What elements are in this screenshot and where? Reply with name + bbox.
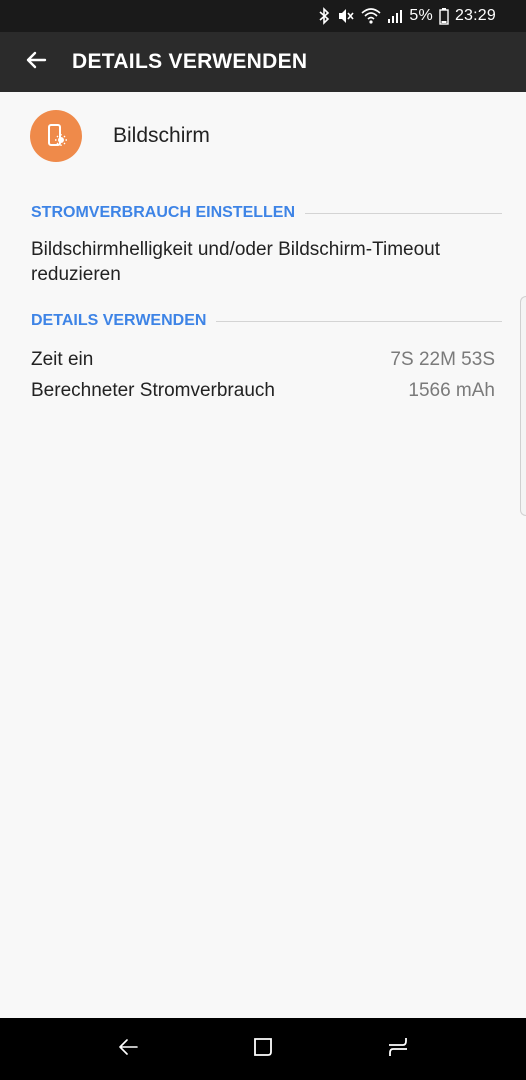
section-header-details: DETAILS VERWENDEN <box>31 310 502 332</box>
section-header-power: STROMVERBRAUCH EINSTELLEN <box>31 202 502 224</box>
power-tip[interactable]: Bildschirmhelligkeit und/oder Bildschirm… <box>31 237 501 287</box>
recents-icon <box>386 1035 410 1064</box>
main-content: Bildschirm STROMVERBRAUCH EINSTELLEN Bil… <box>0 92 526 1018</box>
detail-row-time-on: Zeit ein 7S 22M 53S <box>31 347 495 373</box>
app-header: Bildschirm <box>30 110 210 162</box>
edge-panel-handle[interactable] <box>520 296 526 516</box>
clock: 23:29 <box>454 7 496 24</box>
home-icon <box>251 1035 275 1064</box>
detail-label: Berechneter Stromverbrauch <box>31 380 275 401</box>
detail-value: 1566 mAh <box>408 380 495 401</box>
detail-label: Zeit ein <box>31 349 94 370</box>
arrow-left-icon <box>24 48 48 77</box>
bluetooth-icon <box>317 6 331 26</box>
mute-icon <box>337 6 355 26</box>
section-header-details-label: DETAILS VERWENDEN <box>31 312 207 329</box>
back-icon <box>116 1035 140 1064</box>
navigation-bar <box>0 1018 526 1080</box>
nav-recents-button[interactable] <box>368 1018 428 1080</box>
app-bar: DETAILS VERWENDEN <box>0 32 526 92</box>
detail-value: 7S 22M 53S <box>390 349 495 370</box>
divider <box>216 320 502 322</box>
detail-row-power-usage: Berechneter Stromverbrauch 1566 mAh <box>31 378 495 404</box>
back-button[interactable] <box>0 32 72 92</box>
app-name: Bildschirm <box>113 124 210 147</box>
status-bar: 5% 23:29 <box>0 0 526 32</box>
screen-brightness-icon <box>30 110 82 162</box>
wifi-icon <box>361 6 381 26</box>
nav-back-button[interactable] <box>98 1018 158 1080</box>
signal-icon <box>387 6 403 26</box>
divider <box>305 212 502 214</box>
section-header-power-label: STROMVERBRAUCH EINSTELLEN <box>31 204 296 221</box>
battery-percent: 5% <box>409 7 433 24</box>
nav-home-button[interactable] <box>233 1018 293 1080</box>
battery-low-icon <box>439 6 449 26</box>
page-title: DETAILS VERWENDEN <box>72 50 308 73</box>
